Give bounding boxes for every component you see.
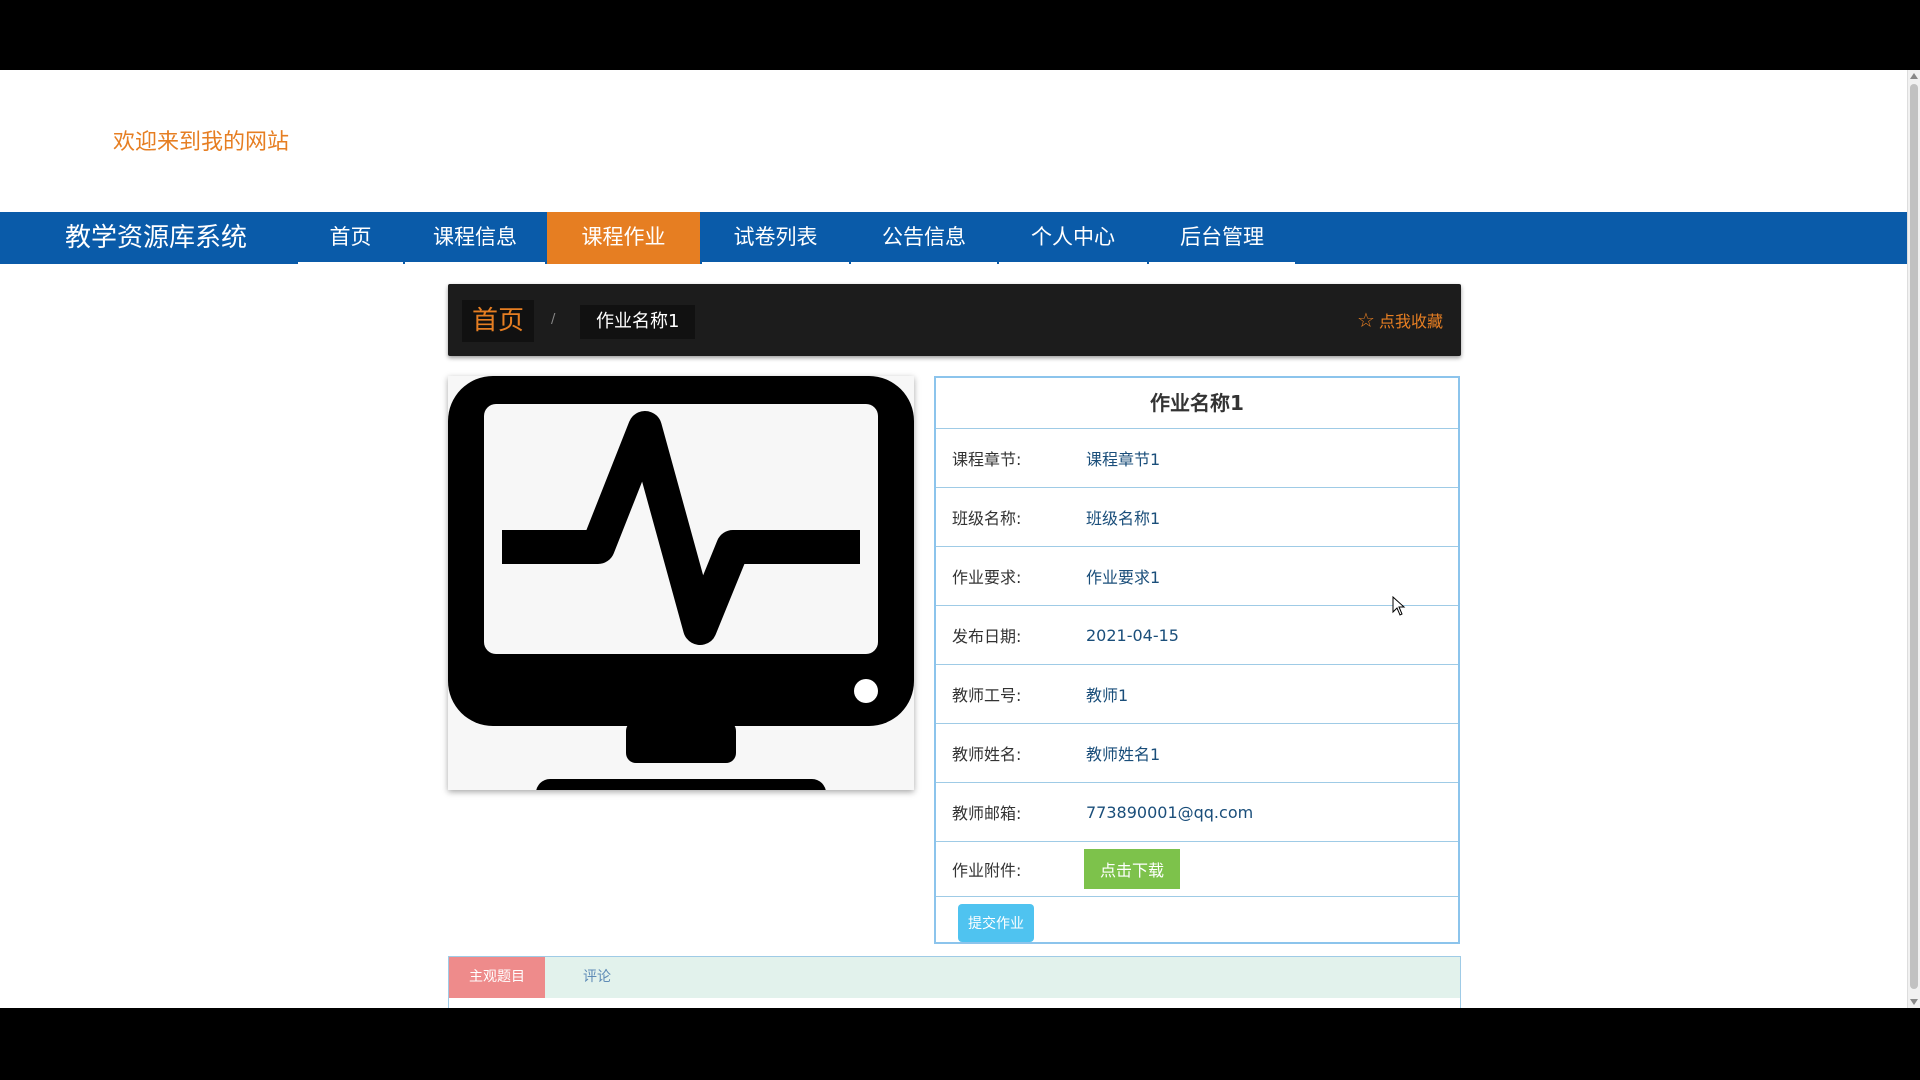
breadcrumb-current: 作业名称1 bbox=[580, 305, 696, 339]
detail-value: 773890001@qq.com bbox=[1086, 802, 1254, 822]
main-navbar: 教学资源库系统 首页 课程信息 课程作业 试卷列表 公告信息 个人中心 后台管理 bbox=[0, 212, 1908, 264]
detail-label: 作业要求: bbox=[952, 568, 1022, 587]
detail-label: 教师邮箱: bbox=[952, 804, 1022, 823]
breadcrumb-separator: / bbox=[551, 312, 556, 327]
submit-homework-button[interactable]: 提交作业 bbox=[958, 904, 1034, 942]
nav-course-info[interactable]: 课程信息 bbox=[405, 212, 545, 264]
detail-value: 教师姓名1 bbox=[1086, 745, 1161, 764]
submit-row: 提交作业 bbox=[936, 897, 1458, 949]
detail-value: 教师1 bbox=[1086, 686, 1129, 705]
brand-title: 教学资源库系统 bbox=[65, 223, 248, 253]
scroll-up-icon[interactable] bbox=[1910, 73, 1918, 79]
download-button[interactable]: 点击下载 bbox=[1084, 849, 1181, 889]
homework-detail-panel: 作业名称1 课程章节: 课程章节1 班级名称: 班级名称1 作业要求: 作业要求… bbox=[934, 376, 1460, 944]
favorite-label: 点我收藏 bbox=[1378, 312, 1443, 331]
detail-row: 课程章节: 课程章节1 bbox=[936, 429, 1458, 488]
homework-image bbox=[448, 376, 914, 790]
browser-viewport: 欢迎来到我的网站 教学资源库系统 首页 课程信息 课程作业 试卷列表 公告信息 … bbox=[0, 70, 1920, 1008]
homework-title: 作业名称1 bbox=[936, 378, 1458, 429]
detail-row: 作业要求: 作业要求1 bbox=[936, 547, 1458, 606]
detail-label: 班级名称: bbox=[952, 509, 1022, 528]
detail-label: 发布日期: bbox=[952, 627, 1022, 646]
nav-personal-center[interactable]: 个人中心 bbox=[999, 212, 1147, 264]
nav-exam-list[interactable]: 试卷列表 bbox=[702, 212, 849, 264]
detail-row: 教师邮箱: 773890001@qq.com bbox=[936, 783, 1458, 842]
detail-value: 课程章节1 bbox=[1086, 450, 1161, 469]
detail-value: 班级名称1 bbox=[1086, 509, 1161, 528]
page-scrollbar[interactable] bbox=[1907, 70, 1920, 1008]
tab-content-area bbox=[449, 998, 1460, 1008]
detail-row: 教师工号: 教师1 bbox=[936, 665, 1458, 724]
detail-value: 2021-04-15 bbox=[1086, 625, 1179, 645]
attachment-label: 作业附件: bbox=[952, 861, 1022, 880]
scrollbar-thumb[interactable] bbox=[1910, 84, 1918, 989]
scroll-down-icon[interactable] bbox=[1910, 999, 1918, 1005]
detail-row: 教师姓名: 教师姓名1 bbox=[936, 724, 1458, 783]
star-icon: ☆ bbox=[1357, 308, 1375, 332]
monitor-heartbeat-icon bbox=[448, 376, 914, 790]
nav-course-homework[interactable]: 课程作业 bbox=[547, 212, 700, 264]
content-tabs: 主观题目 评论 bbox=[448, 956, 1461, 1008]
nav-announcements[interactable]: 公告信息 bbox=[851, 212, 997, 264]
nav-home[interactable]: 首页 bbox=[298, 212, 403, 264]
nav-admin[interactable]: 后台管理 bbox=[1149, 212, 1295, 264]
breadcrumb: 首页 / 作业名称1 ☆ 点我收藏 bbox=[448, 284, 1461, 356]
detail-row: 班级名称: 班级名称1 bbox=[936, 488, 1458, 547]
tab-subjective-questions[interactable]: 主观题目 bbox=[449, 957, 545, 998]
detail-label: 教师姓名: bbox=[952, 745, 1022, 764]
detail-value: 作业要求1 bbox=[1086, 568, 1161, 587]
detail-label: 教师工号: bbox=[952, 686, 1022, 705]
attachment-row: 作业附件: 点击下载 bbox=[936, 842, 1458, 897]
mouse-cursor-icon bbox=[1392, 596, 1406, 616]
breadcrumb-home[interactable]: 首页 bbox=[462, 300, 535, 342]
favorite-button[interactable]: ☆ 点我收藏 bbox=[1357, 308, 1443, 332]
tab-comments[interactable]: 评论 bbox=[583, 957, 611, 998]
detail-label: 课程章节: bbox=[952, 450, 1022, 469]
detail-row: 发布日期: 2021-04-15 bbox=[936, 606, 1458, 665]
welcome-text: 欢迎来到我的网站 bbox=[113, 130, 290, 155]
